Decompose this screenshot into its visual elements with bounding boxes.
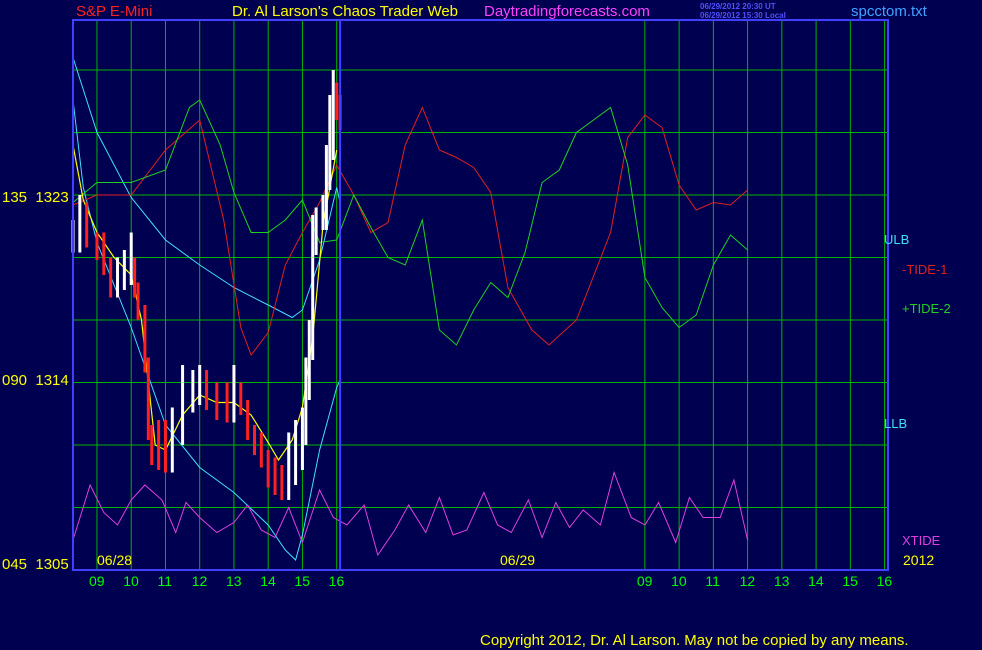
y-tick-label: 090 1314 <box>2 372 69 389</box>
legend-tide1: -TIDE-1 <box>902 262 948 277</box>
series-tide-1 <box>72 106 748 357</box>
site-label: Daytradingforecasts.com <box>484 3 650 20</box>
hour-label: 11 <box>705 573 720 589</box>
hour-label: 13 <box>773 573 790 589</box>
hour-label: 09 <box>88 573 105 589</box>
hour-label: 11 <box>157 573 172 589</box>
y-tick-label: 135 1323 <box>2 189 69 206</box>
series-ulb <box>72 57 341 319</box>
hour-label: 12 <box>191 573 208 589</box>
y-tick-label: 045 1305 <box>2 556 69 573</box>
timestamp-local: 06/29/2012 15:30 Local <box>700 11 786 20</box>
hour-label: 16 <box>876 573 893 589</box>
hour-label: 12 <box>739 573 756 589</box>
price-bars <box>71 70 342 500</box>
series-moving-average <box>72 144 338 462</box>
hour-label: 15 <box>294 573 310 589</box>
chart-title: Dr. Al Larson's Chaos Trader Web <box>232 3 459 20</box>
legend-tide2: +TIDE-2 <box>902 301 951 316</box>
file-label: spcctom.txt <box>851 3 927 20</box>
legend-xtide: XTIDE <box>902 533 941 548</box>
hour-label: 10 <box>671 573 687 589</box>
plot-frame <box>72 19 889 571</box>
legend-ulb: ULB <box>884 232 910 247</box>
hour-label: 16 <box>328 573 345 589</box>
hour-label: 14 <box>260 573 276 589</box>
hour-label: 14 <box>808 573 824 589</box>
year-label: 2012 <box>903 552 935 568</box>
copyright: Copyright 2012, Dr. Al Larson. May not b… <box>480 632 909 649</box>
legend-llb: LLB <box>884 416 908 431</box>
series-xtide <box>72 470 749 557</box>
hour-label: 15 <box>842 573 858 589</box>
chart-canvas <box>71 19 889 571</box>
hour-label: 13 <box>225 573 242 589</box>
symbol-label: S&P E-Mini <box>76 3 153 20</box>
timestamp-ut: 06/29/2012 20:30 UT <box>700 2 776 11</box>
date-label: 06/28 <box>97 552 133 568</box>
grid <box>73 20 888 570</box>
series-llb <box>72 99 341 561</box>
hour-label: 10 <box>123 573 139 589</box>
hour-label: 09 <box>636 573 653 589</box>
date-label: 06/29 <box>500 552 536 568</box>
series-tide-2 <box>72 99 748 346</box>
